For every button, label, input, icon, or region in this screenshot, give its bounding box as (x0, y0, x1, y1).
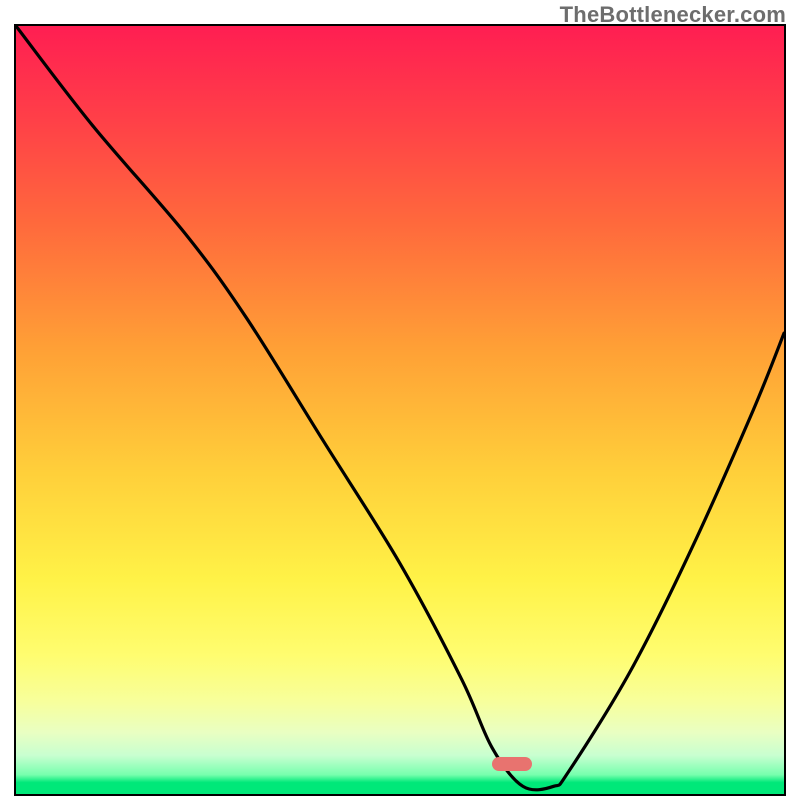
bottleneck-curve (16, 26, 784, 794)
chart-frame (14, 24, 786, 796)
optimal-marker (492, 757, 532, 771)
curve-path (16, 26, 784, 790)
